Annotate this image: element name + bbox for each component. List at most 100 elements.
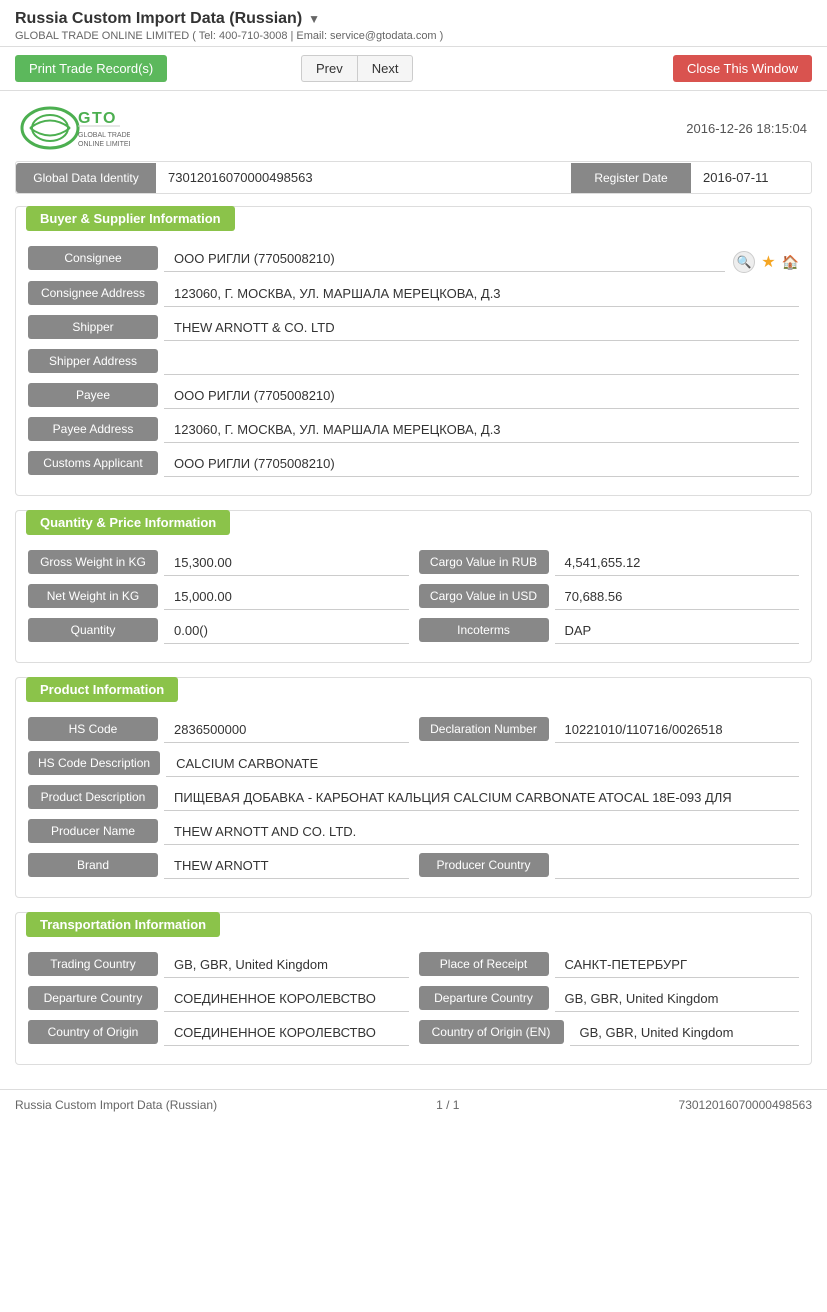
hs-code-label: HS Code [28,717,158,741]
consignee-address-label: Consignee Address [28,281,158,305]
page-header: Russia Custom Import Data (Russian) ▼ GL… [0,0,827,47]
home-icon[interactable]: 🏠 [782,254,799,271]
svg-text:T: T [92,110,102,127]
shipper-address-value [164,349,799,375]
close-window-button[interactable]: Close This Window [673,55,812,82]
brand-label: Brand [28,853,158,877]
departure-country-en-label: Departure Country [419,986,549,1010]
title-arrow-icon: ▼ [308,12,320,26]
print-button[interactable]: Print Trade Record(s) [15,55,167,82]
consignee-address-value: 123060, Г. МОСКВА, УЛ. МАРШАЛА МЕРЕЦКОВА… [164,281,799,307]
cargo-usd-value: 70,688.56 [555,584,800,610]
hs-decl-row: HS Code 2836500000 Declaration Number 10… [28,717,799,743]
brand-producer-row: Brand THEW ARNOTT Producer Country [28,853,799,879]
cargo-rub-label: Cargo Value in RUB [419,550,549,574]
footer-right: 73012016070000498563 [679,1098,812,1112]
main-content: Global Data Identity 7301201607000049856… [0,161,827,1089]
payee-address-row: Payee Address 123060, Г. МОСКВА, УЛ. МАР… [28,417,799,443]
cargo-rub-field: Cargo Value in RUB 4,541,655.12 [419,550,800,576]
product-info-section: Product Information HS Code 2836500000 D… [15,677,812,898]
transport-row-3: Country of Origin СОЕДИНЕННОЕ КОРОЛЕВСТВ… [28,1020,799,1046]
svg-text:O: O [103,110,115,127]
payee-label: Payee [28,383,158,407]
prev-button[interactable]: Prev [301,55,357,82]
country-origin-en-field: Country of Origin (EN) GB, GBR, United K… [419,1020,800,1046]
consignee-value: ООО РИГЛИ (7705008210) [164,246,725,272]
quantity-value: 0.00() [164,618,409,644]
identity-row: Global Data Identity 7301201607000049856… [15,161,812,194]
hs-code-value: 2836500000 [164,717,409,743]
quantity-price-title: Quantity & Price Information [26,510,230,535]
payee-row: Payee ООО РИГЛИ (7705008210) [28,383,799,409]
incoterms-value: DAP [555,618,800,644]
search-icon[interactable]: 🔍 [733,251,755,273]
gross-weight-label: Gross Weight in KG [28,550,158,574]
gross-weight-value: 15,300.00 [164,550,409,576]
producer-name-value: THEW ARNOTT AND CO. LTD. [164,819,799,845]
place-of-receipt-label: Place of Receipt [419,952,549,976]
svg-text:GLOBAL TRADE: GLOBAL TRADE [78,132,130,139]
shipper-row: Shipper THEW ARNOTT & CO. LTD [28,315,799,341]
global-data-identity-value: 73012016070000498563 [156,162,571,193]
country-origin-en-label: Country of Origin (EN) [419,1020,564,1044]
qty-row-2: Net Weight in KG 15,000.00 Cargo Value i… [28,584,799,610]
toolbar: Print Trade Record(s) Prev Next Close Th… [0,47,827,91]
page-footer: Russia Custom Import Data (Russian) 1 / … [0,1089,827,1120]
departure-country-en-field: Departure Country GB, GBR, United Kingdo… [419,986,800,1012]
declaration-number-label: Declaration Number [419,717,549,741]
consignee-row: Consignee ООО РИГЛИ (7705008210) 🔍 ★ 🏠 [28,246,799,273]
shipper-address-label: Shipper Address [28,349,158,373]
buyer-supplier-section: Buyer & Supplier Information Consignee О… [15,206,812,496]
product-desc-label: Product Description [28,785,158,809]
transportation-body: Trading Country GB, GBR, United Kingdom … [16,948,811,1064]
place-of-receipt-value: САНКТ-ПЕТЕРБУРГ [555,952,800,978]
producer-country-value [555,853,800,879]
country-origin-ru-field: Country of Origin СОЕДИНЕННОЕ КОРОЛЕВСТВ… [28,1020,409,1046]
product-desc-row: Product Description ПИЩЕВАЯ ДОБАВКА - КА… [28,785,799,811]
register-date-label: Register Date [571,163,691,193]
qty-row-3: Quantity 0.00() Incoterms DAP [28,618,799,644]
country-origin-ru-label: Country of Origin [28,1020,158,1044]
register-date-value: 2016-07-11 [691,162,811,193]
svg-text:ONLINE LIMITED: ONLINE LIMITED [78,141,130,148]
cargo-usd-field: Cargo Value in USD 70,688.56 [419,584,800,610]
record-date: 2016-12-26 18:15:04 [686,121,807,136]
app-title-row: Russia Custom Import Data (Russian) ▼ [15,10,812,28]
product-desc-value: ПИЩЕВАЯ ДОБАВКА - КАРБОНАТ КАЛЬЦИЯ CALCI… [164,785,799,811]
net-weight-field: Net Weight in KG 15,000.00 [28,584,409,610]
consignee-icons: 🔍 ★ 🏠 [725,246,799,273]
departure-country-ru-label: Departure Country [28,986,158,1010]
customs-applicant-row: Customs Applicant ООО РИГЛИ (7705008210) [28,451,799,477]
star-icon[interactable]: ★ [761,252,775,272]
app-title-text: Russia Custom Import Data (Russian) [15,10,302,28]
producer-country-label: Producer Country [419,853,549,877]
product-info-title: Product Information [26,677,178,702]
next-button[interactable]: Next [357,55,414,82]
hs-desc-row: HS Code Description CALCIUM CARBONATE [28,751,799,777]
quantity-field: Quantity 0.00() [28,618,409,644]
incoterms-label: Incoterms [419,618,549,642]
cargo-usd-label: Cargo Value in USD [419,584,549,608]
customs-applicant-value: ООО РИГЛИ (7705008210) [164,451,799,477]
logo-container: G T O GLOBAL TRADE ONLINE LIMITED [20,103,130,153]
trading-country-value: GB, GBR, United Kingdom [164,952,409,978]
declaration-number-value: 10221010/110716/0026518 [555,717,800,743]
cargo-rub-value: 4,541,655.12 [555,550,800,576]
hs-desc-label: HS Code Description [28,751,160,775]
place-of-receipt-field: Place of Receipt САНКТ-ПЕТЕРБУРГ [419,952,800,978]
payee-address-label: Payee Address [28,417,158,441]
footer-left: Russia Custom Import Data (Russian) [15,1098,217,1112]
country-origin-ru-value: СОЕДИНЕННОЕ КОРОЛЕВСТВО [164,1020,409,1046]
nav-buttons: Prev Next [301,55,413,82]
departure-country-ru-value: СОЕДИНЕННОЕ КОРОЛЕВСТВО [164,986,409,1012]
global-data-identity-label: Global Data Identity [16,163,156,193]
trading-country-field: Trading Country GB, GBR, United Kingdom [28,952,409,978]
net-weight-value: 15,000.00 [164,584,409,610]
footer-center: 1 / 1 [436,1098,459,1112]
quantity-price-body: Gross Weight in KG 15,300.00 Cargo Value… [16,546,811,662]
product-info-body: HS Code 2836500000 Declaration Number 10… [16,713,811,897]
shipper-address-row: Shipper Address [28,349,799,375]
hs-desc-value: CALCIUM CARBONATE [166,751,799,777]
country-origin-en-value: GB, GBR, United Kingdom [570,1020,800,1046]
departure-country-en-value: GB, GBR, United Kingdom [555,986,800,1012]
